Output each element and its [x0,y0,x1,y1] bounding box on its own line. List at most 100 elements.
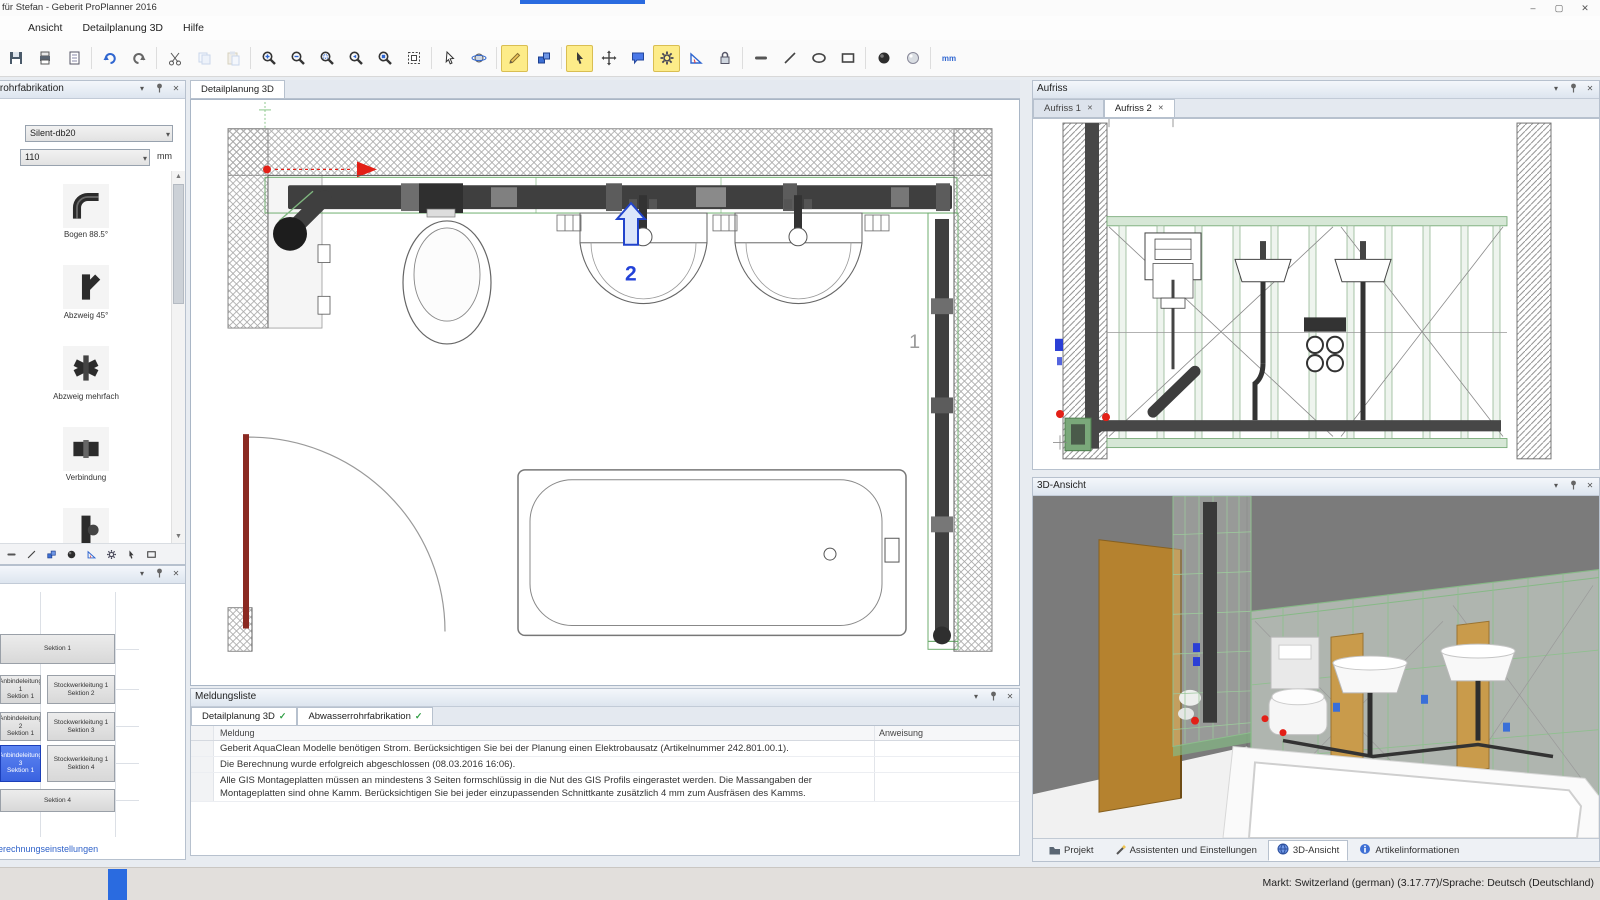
zoom-out-button[interactable] [284,45,311,72]
zoom-previous-button[interactable] [342,45,369,72]
floorplan-canvas[interactable]: 2 1 [190,99,1020,686]
panel-menu-icon[interactable]: ▾ [969,691,983,703]
redo-button[interactable] [125,45,152,72]
scroll-down-icon[interactable]: ▼ [172,531,185,543]
print-button[interactable] [31,45,58,72]
section-button-left-3[interactable]: Anbindeleitung 3 Sektion 1 [0,745,41,782]
catalog-item[interactable]: Verbindung [63,427,109,482]
zoom-all-button[interactable] [371,45,398,72]
threed-canvas[interactable] [1033,496,1599,838]
lock-button[interactable] [711,45,738,72]
edit-mode-button[interactable] [501,45,528,72]
orbit-button[interactable] [465,45,492,72]
panel-menu-icon[interactable]: ▾ [135,83,149,95]
message-tab-abwasserrohrfabrikation[interactable]: Abwasserrohrfabrikation✓ [297,707,433,725]
options-tool-button[interactable] [102,546,120,562]
dimension-mm-button[interactable]: mm [935,45,962,72]
close-icon[interactable]: ✕ [1003,691,1017,703]
zoom-window-button[interactable] [400,45,427,72]
close-icon[interactable]: ✕ [1583,83,1597,95]
section-button-right-2[interactable]: Stockwerkleitung 1 Sektion 3 [47,712,115,741]
dock-tab-artikelinformationen[interactable]: Artikelinformationen [1350,840,1468,861]
pin-icon[interactable] [152,83,166,95]
elevation-panel-header: Aufriss ▾ ✕ [1033,81,1599,99]
annotation-button[interactable] [624,45,651,72]
close-icon[interactable]: ✕ [169,568,183,580]
message-row[interactable]: Geberit AquaClean Modelle benötigen Stro… [191,741,1019,757]
close-icon[interactable]: ✕ [1572,0,1598,16]
elevation-tab-2[interactable]: Aufriss 2✕ [1104,99,1175,117]
move-button[interactable] [595,45,622,72]
bend-tool-button[interactable] [2,546,20,562]
report-button[interactable] [60,45,87,72]
scrollbar-thumb[interactable] [173,184,184,304]
sphere-tool-button[interactable] [62,546,80,562]
dock-tab-assistenten-und-einstellungen[interactable]: Assistenten und Einstellungen [1105,840,1266,861]
message-row[interactable]: Die Berechnung wurde erfolgreich abgesch… [191,757,1019,773]
tab-close-icon[interactable]: ✕ [1158,100,1164,117]
message-row[interactable]: Alle GIS Montageplatten müssen an mindes… [191,773,1019,802]
section-button-top[interactable]: Sektion 1 [0,634,115,664]
select-button[interactable] [566,45,593,72]
pin-icon[interactable] [1566,480,1580,492]
pipe-system-select[interactable]: Silent-db20 ▾ [25,125,173,142]
menu-item-detailplanung-3d[interactable]: Detailplanung 3D [72,19,173,37]
panel-menu-icon[interactable]: ▾ [1549,83,1563,95]
catalog-item[interactable] [63,508,109,543]
fitting-tool-button[interactable] [42,546,60,562]
catalog-item[interactable]: Bogen 88.5° [63,184,109,239]
close-icon[interactable]: ✕ [1583,480,1597,492]
cut-button[interactable] [161,45,188,72]
draw-rectangle-button[interactable] [834,45,861,72]
branch-tool-button[interactable] [22,546,40,562]
save-button[interactable] [2,45,29,72]
pipe-diameter-select[interactable]: 110 ▾ [20,149,150,166]
menu-item-hilfe[interactable]: Hilfe [173,19,214,37]
maximize-icon[interactable]: ▢ [1546,0,1572,16]
sphere-dark-button[interactable] [870,45,897,72]
catalog-scrollbar[interactable]: ▲ ▼ [171,171,185,543]
pin-icon[interactable] [1566,83,1580,95]
dock-tab-projekt[interactable]: Projekt [1039,840,1103,861]
panel-menu-icon[interactable]: ▾ [135,568,149,580]
draw-line-button[interactable] [776,45,803,72]
section-button-left-1[interactable]: Anbindeleitung 1 Sektion 1 [0,675,41,704]
section-button-bottom[interactable]: Sektion 4 [0,789,115,812]
zoom-region-button[interactable] [313,45,340,72]
catalog-item[interactable]: Abzweig mehrfach [53,346,119,401]
close-icon[interactable]: ✕ [169,83,183,95]
measure-button[interactable] [682,45,709,72]
zoom-in-button[interactable] [255,45,282,72]
scroll-up-icon[interactable]: ▲ [172,171,185,183]
panel-menu-icon[interactable]: ▾ [1549,480,1563,492]
angle-tool-button[interactable] [82,546,100,562]
settings-button[interactable] [653,45,680,72]
minimize-icon[interactable]: – [1520,0,1546,16]
elevation-canvas[interactable] [1033,118,1599,469]
copy-button[interactable] [190,45,217,72]
pipe-fabrication-panel: Abwasserrohrfabrikation ▾ ✕ Silent-db20 … [0,80,186,565]
pipe-segment-button[interactable] [747,45,774,72]
menu-item-ansicht[interactable]: Ansicht [18,19,72,37]
pin-icon[interactable] [986,691,1000,703]
tab-close-icon[interactable]: ✕ [1087,100,1093,117]
sphere-light-button[interactable] [899,45,926,72]
section-button-right-1[interactable]: Stockwerkleitung 1 Sektion 2 [47,675,115,704]
catalog-item[interactable]: Abzweig 45° [63,265,109,320]
grid-tool-button[interactable] [142,546,160,562]
select-tool-button[interactable] [122,546,140,562]
paste-button[interactable] [219,45,246,72]
tab-detailplanung-3d[interactable]: Detailplanung 3D [190,80,285,98]
message-tab-detailplanung-3d[interactable]: Detailplanung 3D✓ [191,707,297,725]
draw-ellipse-button[interactable] [805,45,832,72]
pin-icon[interactable] [152,568,166,580]
pan-button[interactable] [436,45,463,72]
section-button-right-3[interactable]: Stockwerkleitung 1 Sektion 4 [47,745,115,782]
section-button-left-2[interactable]: Anbindeleitung 2 Sektion 1 [0,712,41,741]
dock-tab-3d-ansicht[interactable]: 3D-Ansicht [1268,840,1348,861]
undo-button[interactable] [96,45,123,72]
chevron-down-icon: ▾ [143,151,147,166]
elevation-tab-1[interactable]: Aufriss 1✕ [1033,99,1104,117]
calculation-settings-link[interactable]: Berechnungseinstellungen [0,844,98,854]
fittings-button[interactable] [530,45,557,72]
